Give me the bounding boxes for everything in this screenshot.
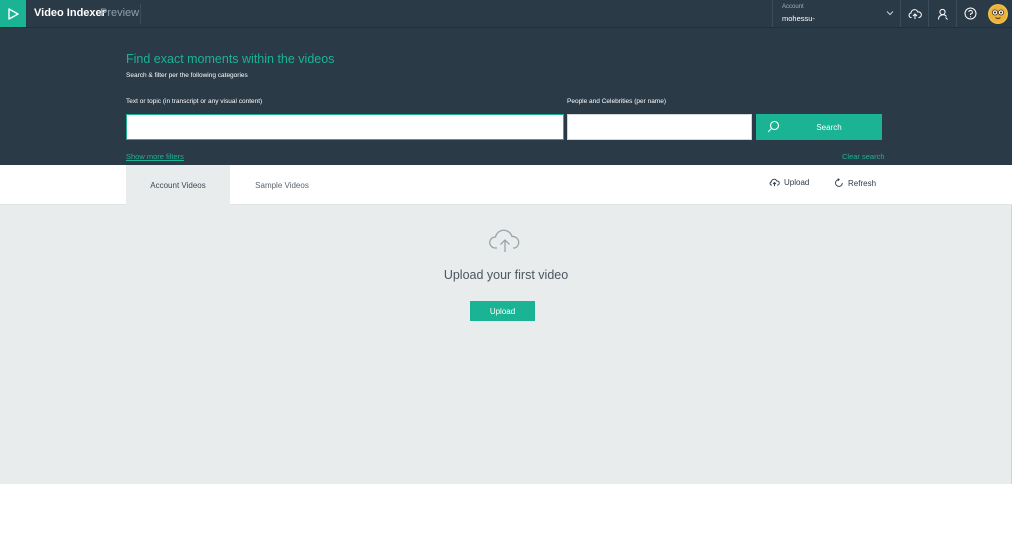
play-icon (8, 7, 19, 20)
help-icon (964, 7, 977, 20)
avatar-face-icon (989, 5, 1007, 23)
refresh-action[interactable]: Refresh (834, 178, 876, 188)
search-panel: Find exact moments within the videos Sea… (0, 28, 1012, 165)
tab-account-videos[interactable]: Account Videos (126, 165, 230, 205)
show-more-filters-link[interactable]: Show more filters (126, 152, 184, 161)
clear-search-link[interactable]: Clear search (842, 152, 885, 161)
text-topic-label: Text or topic (in transcript or any visu… (126, 98, 263, 105)
cloud-upload-icon (769, 178, 780, 187)
text-topic-input[interactable] (126, 114, 564, 140)
user-button[interactable] (928, 0, 956, 27)
upload-action-label: Upload (784, 178, 810, 187)
account-label: Account (782, 4, 804, 10)
people-label: People and Celebrities (per name) (567, 98, 666, 105)
search-button-label: Search (816, 123, 842, 132)
upload-action[interactable]: Upload (769, 178, 809, 187)
search-button[interactable]: Search (756, 114, 882, 140)
app-logo[interactable] (0, 0, 26, 27)
people-input[interactable] (567, 114, 752, 140)
help-button[interactable] (956, 0, 984, 27)
tab-sample-videos[interactable]: Sample Videos (230, 165, 334, 205)
account-value: mohessu- (782, 14, 815, 23)
app-frame: Video Indexer Preview Account mohessu- F… (0, 0, 1012, 484)
app-title: Video Indexer (34, 7, 106, 19)
app-subtitle: Preview (100, 7, 140, 19)
search-subtitle: Search & filter per the following catego… (126, 72, 248, 79)
user-icon (937, 8, 948, 20)
title-divider (140, 4, 141, 24)
account-selector[interactable]: Account mohessu- (772, 0, 900, 27)
cloud-upload-button[interactable] (900, 0, 928, 27)
empty-state-title: Upload your first video (443, 268, 569, 282)
top-bar: Video Indexer Preview Account mohessu- (0, 0, 1012, 28)
avatar[interactable] (988, 4, 1008, 24)
refresh-icon (835, 178, 843, 187)
cloud-upload-icon (489, 229, 520, 252)
refresh-action-label: Refresh (848, 178, 877, 188)
chevron-down-icon (886, 11, 894, 16)
tabs-bar: Account Videos Sample Videos Upload Refr… (0, 165, 1012, 205)
cloud-upload-icon (908, 8, 922, 19)
upload-first-video-button[interactable]: Upload (470, 301, 535, 321)
search-title: Find exact moments within the videos (126, 52, 335, 66)
